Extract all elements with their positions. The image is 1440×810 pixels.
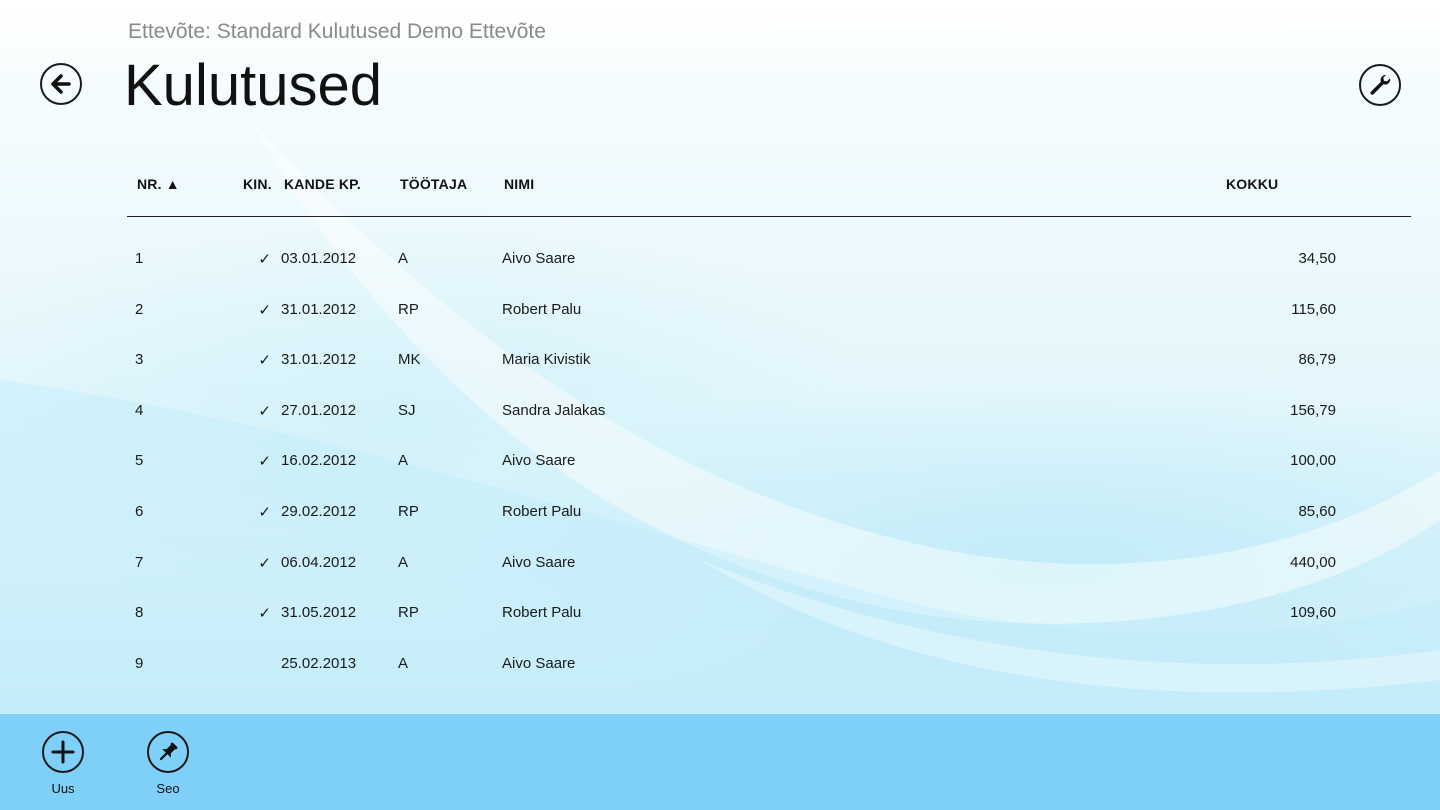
new-button[interactable]: Uus: [23, 731, 103, 796]
new-button-circle[interactable]: [42, 731, 84, 773]
cell-employee: RP: [398, 502, 419, 520]
cell-nr: 1: [135, 250, 144, 267]
cell-nr: 9: [135, 654, 144, 672]
cell-total: 156,79: [1290, 401, 1336, 419]
cell-total: 34,50: [1298, 250, 1336, 267]
column-header-date[interactable]: KANDE KP.: [284, 176, 361, 192]
cell-date: 31.01.2012: [281, 351, 357, 369]
cell-nr: 3: [135, 351, 144, 369]
pin-button-label: Seo: [156, 781, 180, 796]
cell-date: 29.02.2012: [281, 502, 357, 520]
cell-date: 03.01.2012: [281, 250, 357, 267]
table-row[interactable]: 9 25.02.2013 A Aivo Saare: [127, 639, 1411, 690]
cell-name: Aivo Saare: [502, 654, 576, 672]
table-row[interactable]: 1 ✓ 03.01.2012 A Aivo Saare 34,50: [127, 234, 1411, 285]
table-row[interactable]: 5 ✓ 16.02.2012 A Aivo Saare 100,00: [127, 436, 1411, 487]
cell-employee: MK: [398, 351, 421, 369]
table-body: 1 ✓ 03.01.2012 A Aivo Saare 34,50 2 ✓ 31…: [127, 234, 1411, 689]
table-row[interactable]: 4 ✓ 27.01.2012 SJ Sandra Jalakas 156,79: [127, 386, 1411, 437]
cell-kin-check: ✓: [258, 554, 271, 572]
cell-kin-check: ✓: [258, 453, 271, 471]
cell-kin-check: ✓: [258, 352, 271, 370]
cell-employee: RP: [398, 300, 419, 318]
pin-button[interactable]: Seo: [128, 731, 208, 796]
cell-date: 31.01.2012: [281, 300, 357, 318]
cell-nr: 5: [135, 452, 144, 470]
cell-employee: RP: [398, 604, 419, 622]
cell-name: Robert Palu: [502, 300, 582, 318]
expenses-table: NR. ▲ KIN. KANDE KP. TÖÖTAJA NIMI KOKKU …: [127, 160, 1411, 689]
back-arrow-icon: [51, 74, 71, 94]
settings-button[interactable]: [1359, 64, 1401, 106]
breadcrumb: Ettevõte: Standard Kulutused Demo Ettevõ…: [128, 20, 546, 43]
cell-name: Maria Kivistik: [502, 351, 591, 369]
pin-icon: [159, 742, 178, 761]
cell-nr: 7: [135, 553, 144, 571]
cell-kin-check: ✓: [258, 605, 271, 623]
cell-nr: 8: [135, 604, 144, 622]
cell-total: 109,60: [1290, 604, 1336, 622]
wrench-icon: [1370, 74, 1391, 95]
cell-nr: 2: [135, 300, 144, 318]
table-row[interactable]: 8 ✓ 31.05.2012 RP Robert Palu 109,60: [127, 588, 1411, 639]
cell-kin-check: ✓: [258, 301, 271, 319]
cell-name: Aivo Saare: [502, 250, 576, 267]
cell-employee: A: [398, 250, 409, 267]
cell-total: 86,79: [1298, 351, 1336, 369]
cell-date: 31.05.2012: [281, 604, 357, 622]
page-title: Kulutused: [124, 53, 382, 118]
cell-total: 100,00: [1290, 452, 1336, 470]
table-row[interactable]: 2 ✓ 31.01.2012 RP Robert Palu 115,60: [127, 285, 1411, 336]
cell-date: 06.04.2012: [281, 553, 357, 571]
column-header-nr[interactable]: NR. ▲: [137, 176, 180, 192]
column-header-total[interactable]: KOKKU: [1226, 176, 1278, 192]
column-header-name[interactable]: NIMI: [504, 176, 534, 192]
table-header: NR. ▲ KIN. KANDE KP. TÖÖTAJA NIMI KOKKU: [127, 160, 1411, 217]
app-bar: Uus Seo: [0, 714, 1440, 810]
table-row[interactable]: 7 ✓ 06.04.2012 A Aivo Saare 440,00: [127, 538, 1411, 589]
cell-name: Aivo Saare: [502, 452, 576, 470]
cell-name: Sandra Jalakas: [502, 401, 606, 419]
cell-name: Robert Palu: [502, 502, 582, 520]
cell-name: Aivo Saare: [502, 553, 576, 571]
cell-total: 85,60: [1298, 502, 1336, 520]
cell-employee: A: [398, 452, 409, 470]
table-row[interactable]: 3 ✓ 31.01.2012 MK Maria Kivistik 86,79: [127, 335, 1411, 386]
cell-total: 115,60: [1291, 300, 1336, 318]
cell-date: 16.02.2012: [281, 452, 357, 470]
new-button-label: Uus: [51, 781, 75, 796]
plus-icon: [51, 740, 75, 764]
cell-kin-check: ✓: [258, 251, 271, 268]
table-row[interactable]: 6 ✓ 29.02.2012 RP Robert Palu 85,60: [127, 487, 1411, 538]
cell-date: 27.01.2012: [281, 401, 357, 419]
column-header-employee[interactable]: TÖÖTAJA: [400, 176, 467, 192]
cell-nr: 6: [135, 502, 144, 520]
column-header-kin[interactable]: KIN.: [243, 176, 272, 192]
back-button[interactable]: [40, 63, 82, 105]
cell-kin-check: ✓: [258, 402, 271, 420]
pin-button-circle[interactable]: [147, 731, 189, 773]
cell-nr: 4: [135, 401, 144, 419]
cell-kin-check: ✓: [258, 503, 271, 521]
cell-employee: SJ: [398, 401, 416, 419]
cell-name: Robert Palu: [502, 604, 582, 622]
cell-employee: A: [398, 654, 409, 672]
cell-total: 440,00: [1290, 553, 1336, 571]
cell-employee: A: [398, 553, 409, 571]
cell-date: 25.02.2013: [281, 654, 357, 672]
